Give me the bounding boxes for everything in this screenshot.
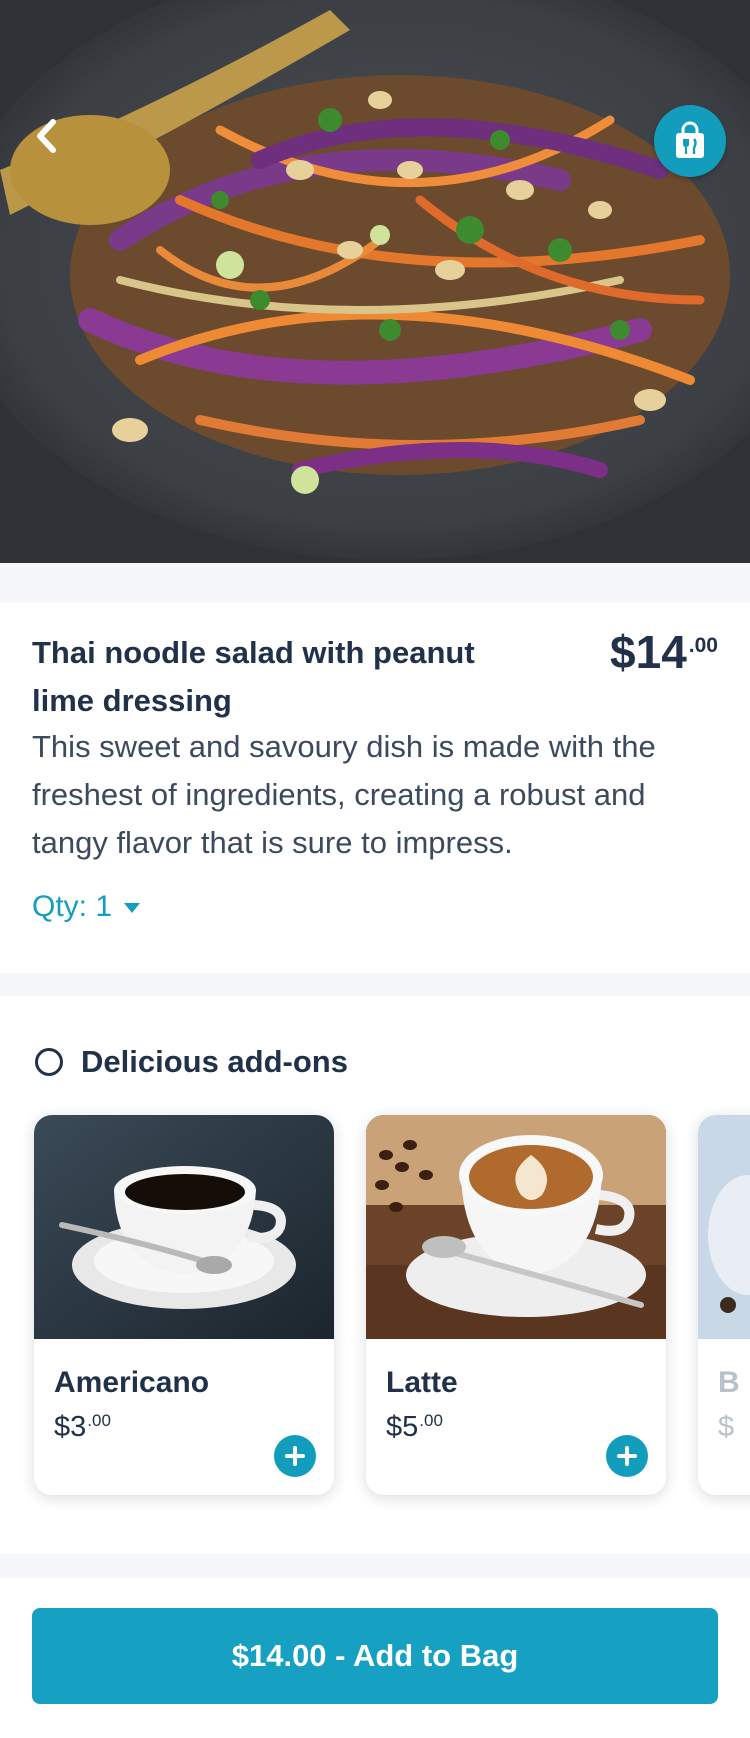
product-price-cents: .00 <box>688 634 718 657</box>
hero-image <box>0 0 750 563</box>
quantity-label: Qty: 1 <box>32 890 113 923</box>
addon-price-main: $ <box>718 1411 735 1443</box>
radio-button[interactable] <box>35 1048 63 1076</box>
americano-image <box>34 1115 334 1339</box>
latte-image <box>366 1115 666 1339</box>
addon-price-main: $5 <box>386 1411 419 1443</box>
addons-section: Delicious add-ons Americano $3 .00 Latte… <box>0 996 750 1554</box>
product-details: Thai noodle salad with peanut lime dress… <box>0 603 750 973</box>
add-americano-button[interactable] <box>274 1435 316 1477</box>
addon-price-cents: .00 <box>419 1411 443 1430</box>
addon-name: Latte <box>386 1366 458 1399</box>
addons-title: Delicious add-ons <box>81 1044 348 1079</box>
add-to-bag-button[interactable]: $14.00 - Add to Bag <box>32 1608 718 1704</box>
shopping-bag-icon <box>676 121 704 158</box>
addon-price: $ <box>718 1409 735 1445</box>
addon-price: $5 .00 <box>386 1409 443 1445</box>
addon-image-partial <box>698 1115 750 1339</box>
product-price: $14 .00 <box>610 625 718 679</box>
addon-card-americano[interactable]: Americano $3 .00 <box>34 1115 334 1495</box>
addon-card-latte[interactable]: Latte $5 .00 <box>366 1115 666 1495</box>
addon-name: B <box>718 1366 740 1399</box>
addon-name: Americano <box>54 1366 210 1399</box>
addon-price: $3 .00 <box>54 1409 111 1445</box>
bottom-bar: $14.00 - Add to Bag <box>0 1578 750 1738</box>
product-title: Thai noodle salad with peanut lime dress… <box>32 635 475 718</box>
noodle-salad-photo <box>0 0 750 563</box>
chevron-left-icon <box>37 119 56 153</box>
plus-icon <box>617 1446 637 1466</box>
product-price-main: $14 <box>610 626 687 678</box>
caret-down-icon <box>124 903 141 913</box>
bag-button[interactable] <box>654 105 726 177</box>
quantity-dropdown[interactable]: Qty: 1 <box>32 885 141 929</box>
back-button[interactable] <box>22 112 70 160</box>
addon-price-cents: .00 <box>87 1411 111 1430</box>
addon-price-main: $3 <box>54 1411 87 1443</box>
product-description: This sweet and savoury dish is made with… <box>32 729 656 860</box>
add-latte-button[interactable] <box>606 1435 648 1477</box>
addon-card-partial[interactable]: B $ <box>698 1115 750 1495</box>
addons-toggle[interactable]: Delicious add-ons <box>35 1042 348 1082</box>
plus-icon <box>285 1446 305 1466</box>
